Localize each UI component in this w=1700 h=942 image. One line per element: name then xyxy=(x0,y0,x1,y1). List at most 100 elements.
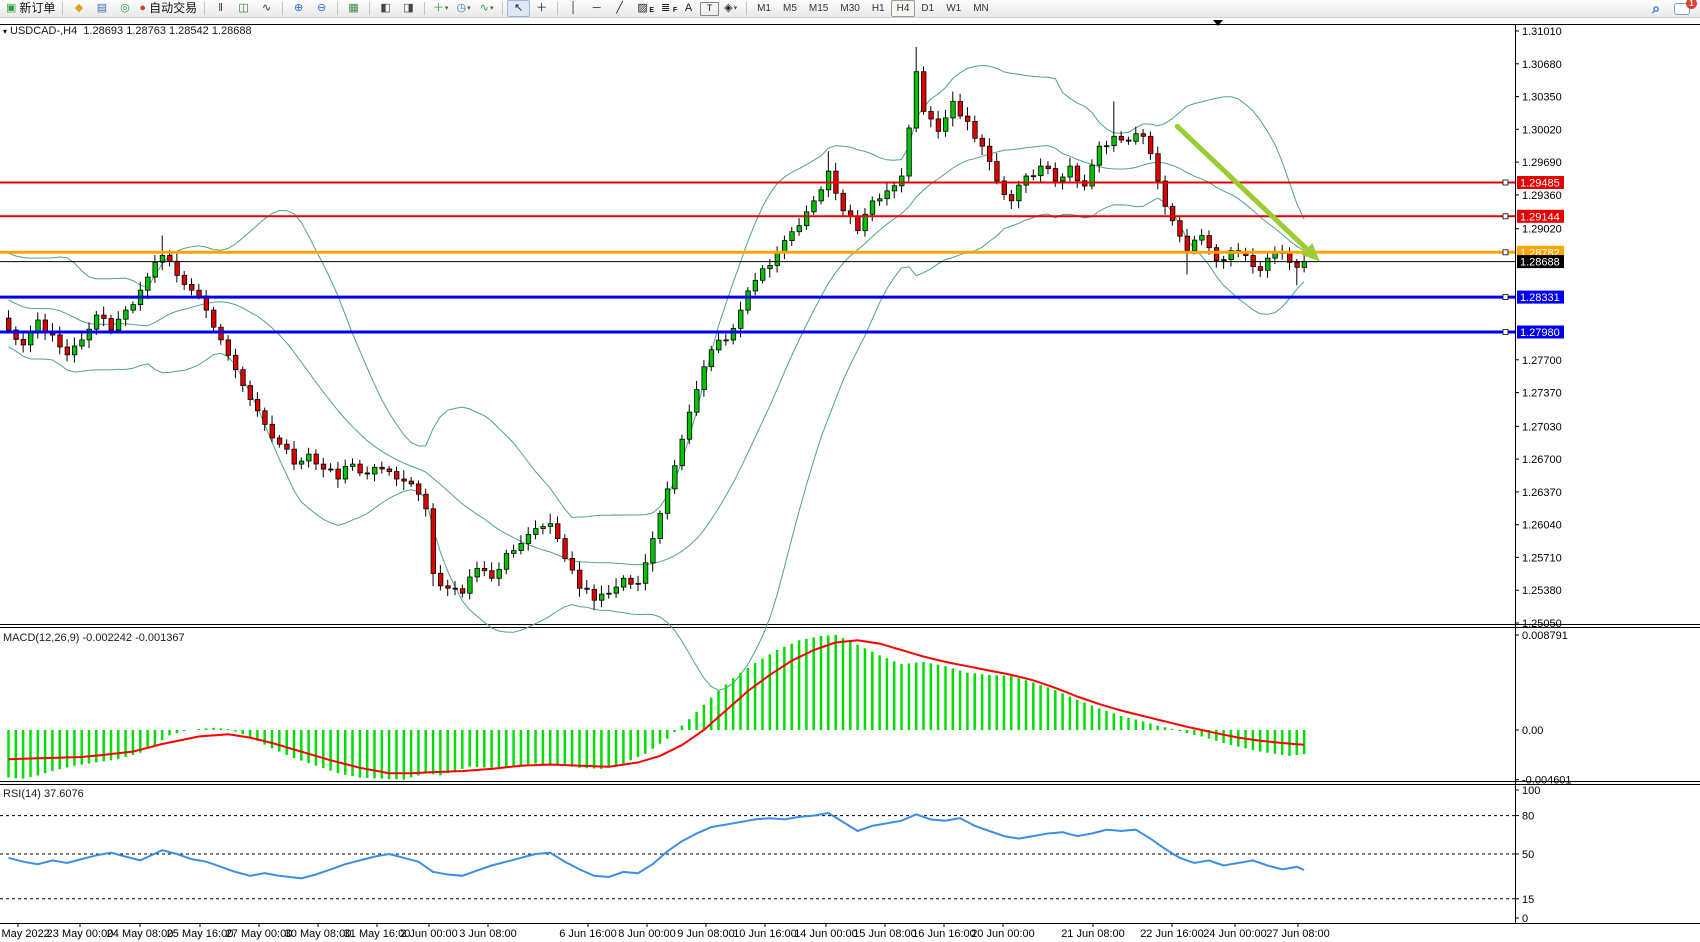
chart-area[interactable]: 1.310101.306801.303501.300201.296901.293… xyxy=(0,0,1700,942)
autotrading-button[interactable]: ●自动交易 xyxy=(136,0,200,17)
timeframe-button-w1[interactable]: W1 xyxy=(940,0,967,17)
candle xyxy=(168,256,173,262)
line-handle[interactable] xyxy=(1503,214,1508,219)
timeframe-button-d1[interactable]: D1 xyxy=(915,0,940,17)
vertical-line-button[interactable]: │ xyxy=(562,0,585,17)
text-label-button[interactable]: T xyxy=(700,2,719,16)
line-handle[interactable] xyxy=(1503,330,1508,335)
timeframe-button-m1[interactable]: M1 xyxy=(751,0,777,17)
svg-text:15 Jun 08:00: 15 Jun 08:00 xyxy=(853,928,917,940)
svg-text:1.28688: 1.28688 xyxy=(1520,257,1560,269)
crosshair-button[interactable]: ＋ xyxy=(530,0,553,17)
candle xyxy=(358,464,363,473)
candle xyxy=(80,340,85,346)
toolbar-separator xyxy=(337,2,338,15)
line-chart-icon[interactable]: ∿ xyxy=(255,0,278,17)
text-glyph: A xyxy=(685,1,692,16)
chart-context-marker[interactable]: ▾ xyxy=(3,27,7,36)
candle xyxy=(1039,166,1044,176)
arrows-button-dropdown-arrow[interactable]: ▾ xyxy=(734,1,738,16)
candle xyxy=(1288,252,1293,262)
new-order-button[interactable]: ▣新订单 xyxy=(3,0,58,17)
data-window-icon[interactable]: ▤ xyxy=(90,0,113,17)
new-chart-button-dropdown-arrow[interactable]: ▾ xyxy=(445,1,449,16)
zoom-in-icon[interactable]: ⊕ xyxy=(287,0,310,17)
trend-arrow-line[interactable] xyxy=(1177,126,1314,256)
candle xyxy=(892,186,897,191)
candle xyxy=(351,464,356,466)
timeframe-button-h4[interactable]: H4 xyxy=(891,0,916,17)
timeframe-button-m30[interactable]: M30 xyxy=(834,0,865,17)
chart-shift-marker[interactable] xyxy=(1213,20,1223,26)
candle xyxy=(131,305,136,311)
candle xyxy=(292,449,297,464)
macd-pane: 0.0087910.00-0.004601 xyxy=(9,630,1572,787)
candle xyxy=(717,340,722,350)
candle xyxy=(1141,134,1146,137)
profiles-button[interactable]: ◷▾ xyxy=(452,0,475,17)
horizontal-line-button[interactable]: ─ xyxy=(585,0,608,17)
arrange-charts-icon[interactable]: ◧ xyxy=(374,0,397,17)
candle xyxy=(980,138,985,146)
candle xyxy=(438,573,443,586)
line-handle[interactable] xyxy=(1503,180,1508,185)
navigator-icon[interactable]: ◎ xyxy=(113,0,136,17)
candle xyxy=(1185,236,1190,250)
profiles-button-dropdown-arrow[interactable]: ▾ xyxy=(467,1,471,16)
line-handle[interactable] xyxy=(1503,295,1508,300)
bar-chart-icon[interactable]: ‖ xyxy=(209,0,232,17)
svg-text:1.27980: 1.27980 xyxy=(1520,327,1560,339)
timeframe-button-mn[interactable]: MN xyxy=(967,0,995,17)
bollinger-bands[interactable] xyxy=(9,65,1305,690)
candle xyxy=(65,347,70,355)
candle xyxy=(175,261,180,275)
svg-text:1.25380: 1.25380 xyxy=(1522,585,1562,597)
svg-text:19 May 2022: 19 May 2022 xyxy=(0,928,50,940)
chart-ohlc-values: 1.28693 1.28763 1.28542 1.28688 xyxy=(83,25,251,37)
timeframe-button-m5[interactable]: M5 xyxy=(777,0,803,17)
candle xyxy=(299,461,304,464)
candlestick-icon[interactable]: ◫ xyxy=(232,0,255,17)
chat-icon[interactable]: 1 xyxy=(1674,3,1690,15)
candle xyxy=(936,119,941,131)
candle xyxy=(197,290,202,296)
svg-text:27 Jun 08:00: 27 Jun 08:00 xyxy=(1266,928,1330,940)
svg-text:1.31010: 1.31010 xyxy=(1522,26,1562,38)
candle xyxy=(1068,166,1073,177)
line-handle[interactable] xyxy=(1503,250,1508,255)
arrows-button[interactable]: ◈▾ xyxy=(719,0,742,17)
candle xyxy=(146,277,151,290)
trendline-button[interactable]: ╱ xyxy=(608,0,631,17)
market-watch-icon-glyph: ◆ xyxy=(75,1,83,16)
candle xyxy=(36,320,41,332)
svg-text:0.00: 0.00 xyxy=(1522,725,1543,737)
candle xyxy=(739,310,744,328)
timeframe-button-m15[interactable]: M15 xyxy=(803,0,834,17)
candle xyxy=(211,310,216,327)
candle xyxy=(241,370,246,386)
svg-text:1.28331: 1.28331 xyxy=(1520,292,1560,304)
indicators-button[interactable]: ∿▾ xyxy=(475,0,498,17)
price-axis: 1.310101.306801.303501.300201.296901.293… xyxy=(1515,26,1564,630)
toolbar-separator xyxy=(557,2,558,15)
text-button[interactable]: A xyxy=(677,0,700,17)
toolbar-separator xyxy=(502,2,503,15)
new-chart-button[interactable]: ＋▾ xyxy=(429,0,452,17)
indicators-button-dropdown-arrow[interactable]: ▾ xyxy=(490,1,494,16)
fibonacci-button[interactable]: ≣F xyxy=(654,0,677,17)
zoom-out-icon-glyph: ⊖ xyxy=(317,1,326,16)
cascade-charts-icon[interactable]: ◨ xyxy=(397,0,420,17)
svg-text:30 May 08:00: 30 May 08:00 xyxy=(285,928,352,940)
zoom-out-icon[interactable]: ⊖ xyxy=(310,0,333,17)
candle xyxy=(416,484,421,494)
timeframe-button-h1[interactable]: H1 xyxy=(866,0,891,17)
equidistant-channel-button[interactable]: ▨E xyxy=(631,0,654,17)
cursor-button[interactable]: ↖ xyxy=(507,0,530,17)
candle xyxy=(468,577,473,593)
candle xyxy=(790,232,795,241)
market-watch-icon[interactable]: ◆ xyxy=(67,0,90,17)
candle xyxy=(1119,136,1124,140)
main-toolbar: ▣新订单 ◆ ▤◎●自动交易 ‖◫∿ ⊕ ⊖ ▦ ◧◨ ＋▾◷▾∿▾ ↖＋ │─╱▨E≣F AT◈▾ M… xyxy=(0,0,1700,18)
tile-windows-icon[interactable]: ▦ xyxy=(342,0,365,17)
search-icon[interactable]: ⌕ xyxy=(1652,0,1660,17)
